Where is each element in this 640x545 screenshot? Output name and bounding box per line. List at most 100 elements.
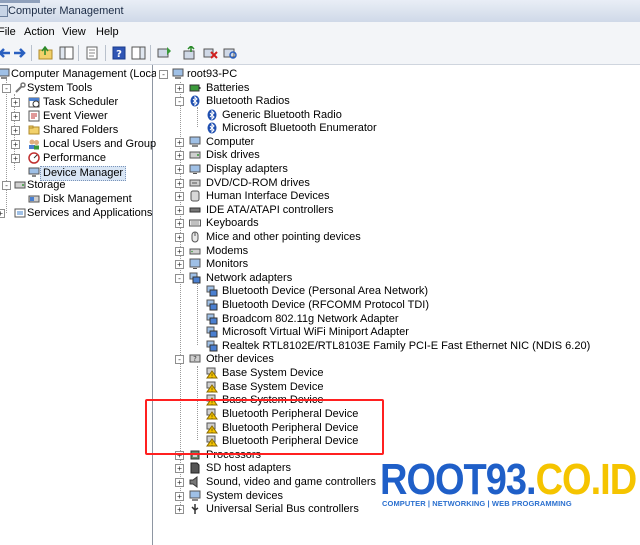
expand-icon[interactable]: + xyxy=(175,492,184,501)
menu-action[interactable]: Action xyxy=(24,26,55,38)
svg-text:?: ? xyxy=(116,49,122,60)
uninstall-icon[interactable] xyxy=(202,45,218,61)
device-category-display-adapters[interactable]: + Display adapters xyxy=(156,163,640,176)
expand-icon[interactable]: + xyxy=(175,84,184,93)
device-category-other-devices[interactable]: - ? Other devices xyxy=(156,353,640,366)
task-scheduler-icon xyxy=(28,96,40,108)
computer-icon xyxy=(189,136,201,148)
expand-icon[interactable]: + xyxy=(11,98,20,107)
expand-icon[interactable]: + xyxy=(175,206,184,215)
ide-controller-icon xyxy=(189,204,201,216)
menu-file[interactable]: File xyxy=(0,26,16,38)
expand-icon[interactable]: + xyxy=(175,247,184,256)
speaker-icon xyxy=(189,476,201,488)
network-adapter-icon xyxy=(206,313,218,325)
watermark-logo: ROOT93.CO.ID COMPUTER | NETWORKING | WEB… xyxy=(380,456,637,516)
device-net-bt-rfcomm[interactable]: Bluetooth Device (RFCOMM Protocol TDI) xyxy=(156,299,640,312)
tree-item-performance[interactable]: + Performance xyxy=(0,152,152,165)
sd-card-icon xyxy=(189,462,201,474)
tree-item-services-applications[interactable]: + Services and Applications xyxy=(0,207,152,220)
collapse-icon[interactable]: - xyxy=(175,97,184,106)
title-bar-accent xyxy=(0,0,40,3)
device-category-computer[interactable]: + Computer xyxy=(156,136,640,149)
device-category-keyboards[interactable]: + Keyboards xyxy=(156,217,640,230)
expand-icon[interactable]: + xyxy=(11,140,20,149)
computer-icon xyxy=(172,68,184,80)
device-category-hid[interactable]: + Human Interface Devices xyxy=(156,190,640,203)
expand-icon[interactable]: + xyxy=(175,151,184,160)
tree-item-computer-management[interactable]: Computer Management (Local) xyxy=(0,68,163,81)
show-tree-icon[interactable] xyxy=(58,45,74,61)
tree-item-storage[interactable]: - Storage xyxy=(0,179,152,192)
navigation-tree: Computer Management (Local) - System Too… xyxy=(0,65,163,545)
device-other-base1[interactable]: ! Base System Device xyxy=(156,367,640,380)
expand-icon[interactable]: + xyxy=(175,260,184,269)
device-category-network-adapters[interactable]: - Network adapters xyxy=(156,272,640,285)
collapse-icon[interactable]: - xyxy=(159,70,168,79)
scan-hardware-icon[interactable] xyxy=(222,45,238,61)
expand-icon[interactable]: + xyxy=(11,154,20,163)
menu-view[interactable]: View xyxy=(62,26,86,38)
expand-icon[interactable]: + xyxy=(175,138,184,147)
system-device-icon xyxy=(189,490,201,502)
device-net-broadcom[interactable]: Broadcom 802.11g Network Adapter xyxy=(156,313,640,326)
forward-arrow-icon[interactable] xyxy=(12,45,28,61)
help-icon[interactable]: ? xyxy=(111,45,127,61)
device-bt-generic[interactable]: Generic Bluetooth Radio xyxy=(156,109,640,122)
collapse-icon[interactable]: - xyxy=(175,355,184,364)
highlight-box xyxy=(145,399,384,455)
expand-icon[interactable]: + xyxy=(175,192,184,201)
back-arrow-icon[interactable] xyxy=(0,45,12,61)
device-category-mice[interactable]: + Mice and other pointing devices xyxy=(156,231,640,244)
tree-item-event-viewer[interactable]: + Event Viewer xyxy=(0,110,152,123)
tree-item-task-scheduler[interactable]: + Task Scheduler xyxy=(0,96,152,109)
collapse-icon[interactable]: - xyxy=(2,181,11,190)
update-driver-icon[interactable] xyxy=(156,45,172,61)
menu-bar: File Action View Help xyxy=(0,22,640,43)
expand-icon[interactable]: + xyxy=(175,505,184,514)
collapse-icon[interactable]: - xyxy=(175,274,184,283)
device-category-dvd[interactable]: + DVD/CD-ROM drives xyxy=(156,177,640,190)
collapse-icon[interactable]: - xyxy=(2,84,11,93)
device-net-bt-pan[interactable]: Bluetooth Device (Personal Area Network) xyxy=(156,285,640,298)
show-hide-icon[interactable] xyxy=(130,45,146,61)
device-net-ms-wifi[interactable]: Microsoft Virtual WiFi Miniport Adapter xyxy=(156,326,640,339)
device-category-monitors[interactable]: + Monitors xyxy=(156,258,640,271)
expand-icon[interactable]: + xyxy=(175,478,184,487)
tree-item-disk-management[interactable]: Disk Management xyxy=(0,193,152,206)
menu-help[interactable]: Help xyxy=(96,26,119,38)
device-net-realtek[interactable]: Realtek RTL8102E/RTL8103E Family PCI-E F… xyxy=(156,340,640,353)
expand-icon[interactable]: + xyxy=(11,112,20,121)
warning-device-icon: ! xyxy=(206,381,218,394)
tree-item-device-manager[interactable]: Device Manager xyxy=(0,166,152,181)
expand-icon[interactable]: + xyxy=(0,209,5,218)
properties-icon[interactable] xyxy=(84,45,100,61)
services-icon xyxy=(14,207,26,219)
expand-icon[interactable]: + xyxy=(175,219,184,228)
expand-icon[interactable]: + xyxy=(175,179,184,188)
expand-icon[interactable]: + xyxy=(175,165,184,174)
svg-text:!: ! xyxy=(211,388,213,394)
update-driver-software-icon[interactable] xyxy=(182,45,198,61)
window-title: Computer Management xyxy=(8,5,124,17)
device-category-batteries[interactable]: + Batteries xyxy=(156,82,640,95)
expand-icon[interactable]: + xyxy=(11,126,20,135)
device-category-bluetooth-radios[interactable]: - Bluetooth Radios xyxy=(156,95,640,108)
tree-item-shared-folders[interactable]: + Shared Folders xyxy=(0,124,152,137)
network-adapter-icon xyxy=(206,299,218,311)
expand-icon[interactable]: + xyxy=(175,233,184,242)
expand-icon[interactable]: + xyxy=(175,464,184,473)
svg-text:?: ? xyxy=(193,355,197,363)
device-bt-enumerator[interactable]: Microsoft Bluetooth Enumerator xyxy=(156,122,640,135)
device-category-modems[interactable]: + Modems xyxy=(156,245,640,258)
up-folder-icon[interactable] xyxy=(37,45,53,61)
event-viewer-icon xyxy=(28,110,40,122)
device-manager-icon xyxy=(28,166,40,178)
tree-item-system-tools[interactable]: - System Tools xyxy=(0,82,152,95)
device-other-base2[interactable]: ! Base System Device xyxy=(156,381,640,394)
tree-item-local-users[interactable]: + Local Users and Groups xyxy=(0,138,162,151)
device-tree-root[interactable]: - root93-PC xyxy=(156,68,640,81)
computer-management-icon xyxy=(0,68,10,80)
device-category-disk-drives[interactable]: + Disk drives xyxy=(156,149,640,162)
device-category-ide[interactable]: + IDE ATA/ATAPI controllers xyxy=(156,204,640,217)
